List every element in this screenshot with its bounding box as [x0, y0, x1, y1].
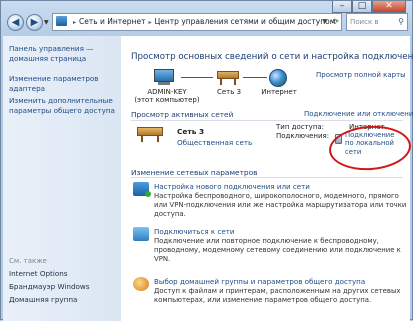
- homegroup-link[interactable]: Домашняя группа: [9, 295, 119, 305]
- address-bar[interactable]: ▸ Сеть и Интернет ▸ Центр управления сетями…: [52, 13, 342, 31]
- control-panel-home-link[interactable]: Панель управления — домашняя страница: [9, 44, 119, 63]
- map-network-label: Сеть 3: [216, 88, 242, 96]
- map-link-line: [243, 77, 267, 78]
- task-homegroup: Выбор домашней группы и параметров общег…: [133, 277, 409, 321]
- connect-disconnect-link[interactable]: Подключение или отключение: [304, 110, 413, 118]
- homegroup-icon: [133, 277, 149, 291]
- divider: [131, 177, 403, 178]
- network-type-link[interactable]: Общественная сеть: [177, 138, 252, 147]
- main-pane: Просмотр основных сведений о сети и наст…: [121, 36, 413, 321]
- task-connect-network: Подключиться к сети Подключение или повт…: [133, 227, 409, 271]
- computer-name-label: ADMIN-KEY: [147, 88, 187, 96]
- navigation-bar: ◀ ▶ ▼ ▸ Сеть и Интернет ▸ Центр управления …: [5, 12, 410, 58]
- breadcrumb-separator: ▸: [148, 19, 152, 26]
- page-title: Просмотр основных сведений о сети и наст…: [131, 52, 413, 62]
- homegroup-sharing-link[interactable]: Выбор домашней группы и параметров общег…: [154, 277, 365, 286]
- computer-icon: [151, 69, 177, 85]
- search-icon[interactable]: ⚲: [398, 14, 404, 30]
- network-bench-icon: [217, 69, 239, 85]
- full-map-link[interactable]: Просмотр полной карты: [316, 71, 406, 79]
- content-area: Панель управления — домашняя страница Из…: [3, 36, 413, 321]
- back-button[interactable]: ◀: [7, 14, 24, 31]
- refresh-icon[interactable]: ⟳: [332, 14, 339, 30]
- see-also-label: См. также: [9, 257, 47, 265]
- divider: [131, 120, 403, 121]
- access-type-label: Тип доступа:: [276, 123, 325, 131]
- recent-pages-dropdown-icon[interactable]: ▼: [44, 19, 49, 26]
- advanced-sharing-settings-link[interactable]: Изменить дополнительные параметры общего…: [9, 96, 119, 115]
- control-panel-window: – □ ✕ ◀ ▶ ▼ ▸ Сеть и Интернет ▸ Центр управ…: [0, 0, 413, 321]
- internet-options-link[interactable]: Internet Options: [9, 269, 119, 279]
- left-pane: Панель управления — домашняя страница Из…: [3, 36, 121, 321]
- connect-network-description: Подключение или повторное подключение к …: [154, 237, 401, 263]
- new-connection-description: Настройка беспроводного, широкополосного…: [154, 192, 407, 218]
- connections-label: Подключения:: [276, 132, 330, 140]
- new-connection-link[interactable]: Настройка нового подключения или сети: [154, 182, 310, 191]
- change-adapter-settings-link[interactable]: Изменение параметров адаптера: [9, 74, 119, 93]
- map-link-line: [181, 77, 213, 78]
- active-networks-heading: Просмотр активных сетей: [131, 110, 234, 119]
- new-connection-icon: [133, 182, 151, 197]
- breadcrumb-network-center[interactable]: Центр управления сетями и общим доступом: [154, 17, 335, 26]
- breadcrumb-separator: ▸: [73, 19, 77, 26]
- connect-network-link[interactable]: Подключиться к сети: [154, 227, 234, 236]
- control-panel-icon: [56, 16, 67, 26]
- search-input[interactable]: Поиск в панели управления ⚲: [346, 13, 408, 58]
- breadcrumb-network-internet[interactable]: Сеть и Интернет: [79, 17, 145, 26]
- connect-network-icon: [133, 227, 149, 241]
- map-internet-label: Интернет: [261, 88, 297, 96]
- homegroup-description: Доступ к файлам и принтерам, расположенн…: [154, 287, 401, 304]
- address-dropdown-icon[interactable]: ▼: [322, 14, 327, 30]
- task-new-connection: Настройка нового подключения или сети На…: [133, 182, 409, 226]
- windows-firewall-link[interactable]: Брандмауэр Windows: [9, 282, 119, 292]
- this-computer-label: (этот компьютер): [134, 96, 200, 104]
- red-annotation-ellipse: [327, 123, 413, 173]
- network-card-icon: [137, 124, 163, 142]
- change-settings-heading: Изменение сетевых параметров: [131, 168, 258, 177]
- forward-button[interactable]: ▶: [26, 14, 43, 31]
- active-network-name: Сеть 3: [177, 127, 205, 136]
- internet-globe-icon: [269, 69, 287, 87]
